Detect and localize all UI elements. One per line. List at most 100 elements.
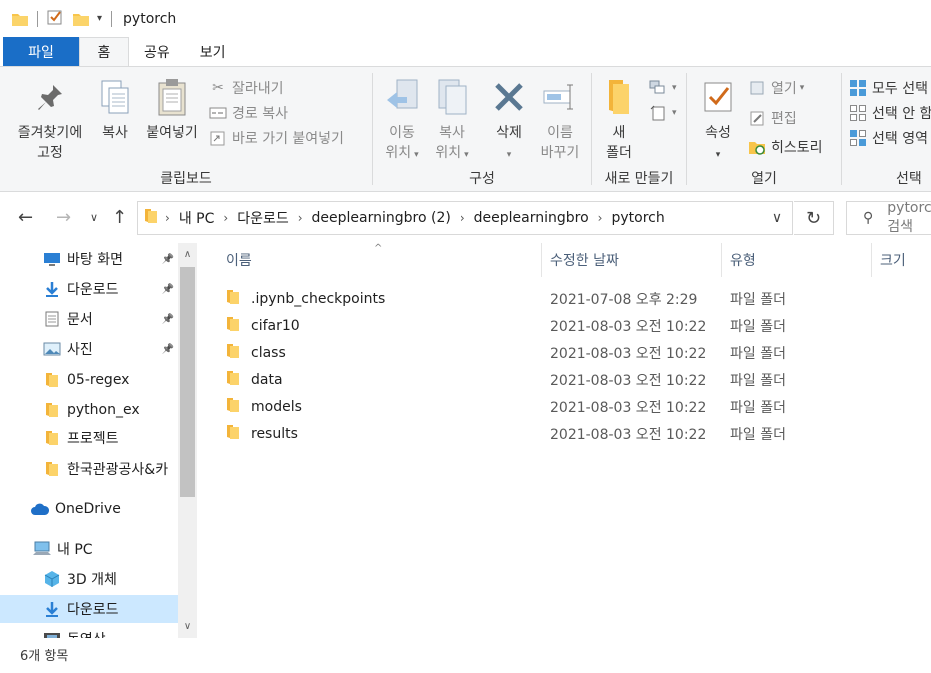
delete-button[interactable]: 삭제 ▾ (487, 75, 531, 165)
nav-item-9[interactable]: 내 PC (0, 535, 178, 563)
properties-button[interactable]: 속성 ▾ (695, 75, 741, 165)
nav-item-11[interactable]: 다운로드 (0, 595, 178, 623)
navigation-bar: ← → ∨ ↑ › 내 PC › 다운로드 › deeplearningbro … (0, 193, 931, 243)
nav-item-label: python_ex (67, 402, 140, 418)
tab-file[interactable]: 파일 (3, 37, 79, 66)
forward-arrow-icon[interactable]: → (56, 207, 71, 228)
new-folder-button[interactable]: 새 폴더 (598, 75, 640, 163)
breadcrumb-separator-icon[interactable]: › (460, 211, 465, 225)
breadcrumb-my-pc[interactable]: 내 PC (179, 208, 215, 228)
table-row[interactable]: .ipynb_checkpoints 2021-07-08 오후 2:29 파일 폴… (218, 285, 818, 312)
maximize-button[interactable] (839, 0, 885, 37)
scrollbar-thumb[interactable] (180, 267, 195, 497)
picture-icon (42, 340, 62, 358)
pin-to-quick-access-button[interactable]: 즐겨찾기에 고정 (8, 75, 92, 163)
pin-icon[interactable]: 📌 (162, 344, 174, 355)
breadcrumb-deeplearningbro-2[interactable]: deeplearningbro (2) (312, 210, 451, 226)
nav-item-6[interactable]: 프로젝트 (0, 424, 178, 452)
breadcrumb-separator-icon[interactable]: › (598, 211, 603, 225)
nav-item-label: 내 PC (57, 542, 93, 558)
column-header-type[interactable]: 유형 (722, 243, 872, 277)
select-all-button[interactable]: 모두 선택 (848, 77, 928, 99)
new-folder-icon[interactable] (73, 12, 89, 26)
breadcrumb-deeplearningbro[interactable]: deeplearningbro (474, 210, 589, 226)
table-row[interactable]: cifar10 2021-08-03 오전 10:22 파일 폴더 (218, 312, 818, 339)
move-to-button[interactable]: 이동 위치 ▾ (379, 75, 425, 165)
file-date-modified: 2021-08-03 오전 10:22 (550, 372, 707, 389)
download-arrow-icon (42, 600, 62, 618)
history-button[interactable]: 히스토리 (747, 136, 823, 158)
breadcrumb-separator-icon[interactable]: › (165, 211, 170, 225)
file-date-modified: 2021-08-03 오전 10:22 (550, 426, 707, 443)
copy-icon (94, 75, 136, 119)
table-row[interactable]: models 2021-08-03 오전 10:22 파일 폴더 (218, 393, 818, 420)
window-controls (793, 0, 931, 37)
clipboard-group-label: 클립보드 (160, 171, 212, 187)
nav-item-8[interactable]: OneDrive (0, 495, 178, 523)
tab-home[interactable]: 홈 (79, 37, 129, 66)
pin-icon[interactable]: 📌 (162, 284, 174, 295)
breadcrumb-pytorch[interactable]: pytorch (611, 210, 664, 226)
copy-path-button[interactable]: 경로 복사 (208, 102, 288, 124)
pin-icon[interactable]: 📌 (162, 314, 174, 325)
refresh-icon[interactable]: ↻ (794, 201, 834, 235)
address-bar[interactable]: › 내 PC › 다운로드 › deeplearningbro (2) › de… (137, 201, 793, 235)
minimize-button[interactable] (793, 0, 839, 37)
scroll-up-chevron-icon[interactable]: ∧ (178, 249, 197, 260)
copy-to-button[interactable]: 복사 위치 ▾ (429, 75, 475, 165)
edit-pencil-icon (747, 109, 767, 127)
customize-dropdown-icon[interactable]: ▾ (97, 13, 102, 24)
recent-locations-chevron-icon[interactable]: ∨ (90, 211, 98, 224)
new-item-button[interactable]: ▾ (648, 77, 677, 99)
breadcrumb-downloads[interactable]: 다운로드 (237, 208, 289, 228)
nav-item-4[interactable]: 05-regex (0, 366, 178, 394)
move-to-icon (379, 75, 425, 119)
column-header-date-modified[interactable]: 수정한 날짜 (542, 243, 722, 277)
invert-selection-button[interactable]: 선택 영역 반전 (848, 127, 931, 149)
folder-icon (42, 460, 62, 478)
paste-button[interactable]: 붙여넣기 (140, 75, 204, 143)
nav-pane-scrollbar[interactable]: ∧ ∨ (178, 243, 197, 638)
close-button[interactable] (885, 0, 931, 37)
table-row[interactable]: results 2021-08-03 오전 10:22 파일 폴더 (218, 420, 818, 447)
organize-group-label: 구성 (469, 171, 495, 187)
nav-item-label: 문서 (67, 312, 93, 328)
open-button[interactable]: 열기 ▾ (747, 77, 804, 99)
up-arrow-icon[interactable]: ↑ (112, 207, 127, 228)
file-type: 파일 폴더 (730, 345, 786, 362)
address-dropdown-chevron-icon[interactable]: ∨ (760, 201, 794, 235)
nav-item-7[interactable]: 한국관광공사&카 (0, 455, 178, 483)
ribbon: 즐겨찾기에 고정 복사 붙여넣기 ✂ 잘라내기 경로 복사 바로 가기 붙여넣기… (0, 66, 931, 192)
search-box[interactable]: ⚲ pytorch 검색 (846, 200, 931, 235)
film-icon (42, 630, 62, 638)
edit-button[interactable]: 편집 (747, 107, 797, 129)
pin-icon[interactable]: 📌 (162, 254, 174, 265)
table-row[interactable]: class 2021-08-03 오전 10:22 파일 폴더 (218, 339, 818, 366)
nav-item-5[interactable]: python_ex (0, 396, 178, 424)
nav-item-3[interactable]: 사진 📌 (0, 335, 178, 363)
cut-button[interactable]: ✂ 잘라내기 (208, 77, 283, 99)
nav-item-10[interactable]: 3D 개체 (0, 565, 178, 593)
rename-button[interactable]: 이름 바꾸기 (535, 75, 585, 163)
folder-icon[interactable] (12, 12, 28, 26)
properties-check-icon[interactable] (47, 9, 63, 29)
table-row[interactable]: data 2021-08-03 오전 10:22 파일 폴더 (218, 366, 818, 393)
column-header-size[interactable]: 크기 (872, 243, 931, 277)
nav-item-2[interactable]: 문서 📌 (0, 305, 178, 333)
back-arrow-icon[interactable]: ← (18, 207, 33, 228)
easy-access-button[interactable]: ▾ (648, 102, 677, 124)
select-none-button[interactable]: 선택 안 함 (848, 102, 931, 124)
nav-item-0[interactable]: 바탕 화면 📌 (0, 245, 178, 273)
copy-button[interactable]: 복사 (94, 75, 136, 143)
column-header-name[interactable]: 이름 (218, 243, 542, 277)
nav-item-12[interactable]: 동영상 (0, 625, 178, 638)
breadcrumb-separator-icon[interactable]: › (223, 211, 228, 225)
tab-share[interactable]: 공유 (129, 37, 185, 66)
breadcrumb-separator-icon[interactable]: › (298, 211, 303, 225)
file-name: cifar10 (251, 317, 300, 334)
scroll-down-chevron-icon[interactable]: ∨ (178, 621, 197, 632)
nav-item-1[interactable]: 다운로드 📌 (0, 275, 178, 303)
paste-shortcut-button[interactable]: 바로 가기 붙여넣기 (208, 127, 344, 149)
tab-view[interactable]: 보기 (185, 37, 241, 66)
nav-item-label: 한국관광공사&카 (67, 462, 169, 478)
